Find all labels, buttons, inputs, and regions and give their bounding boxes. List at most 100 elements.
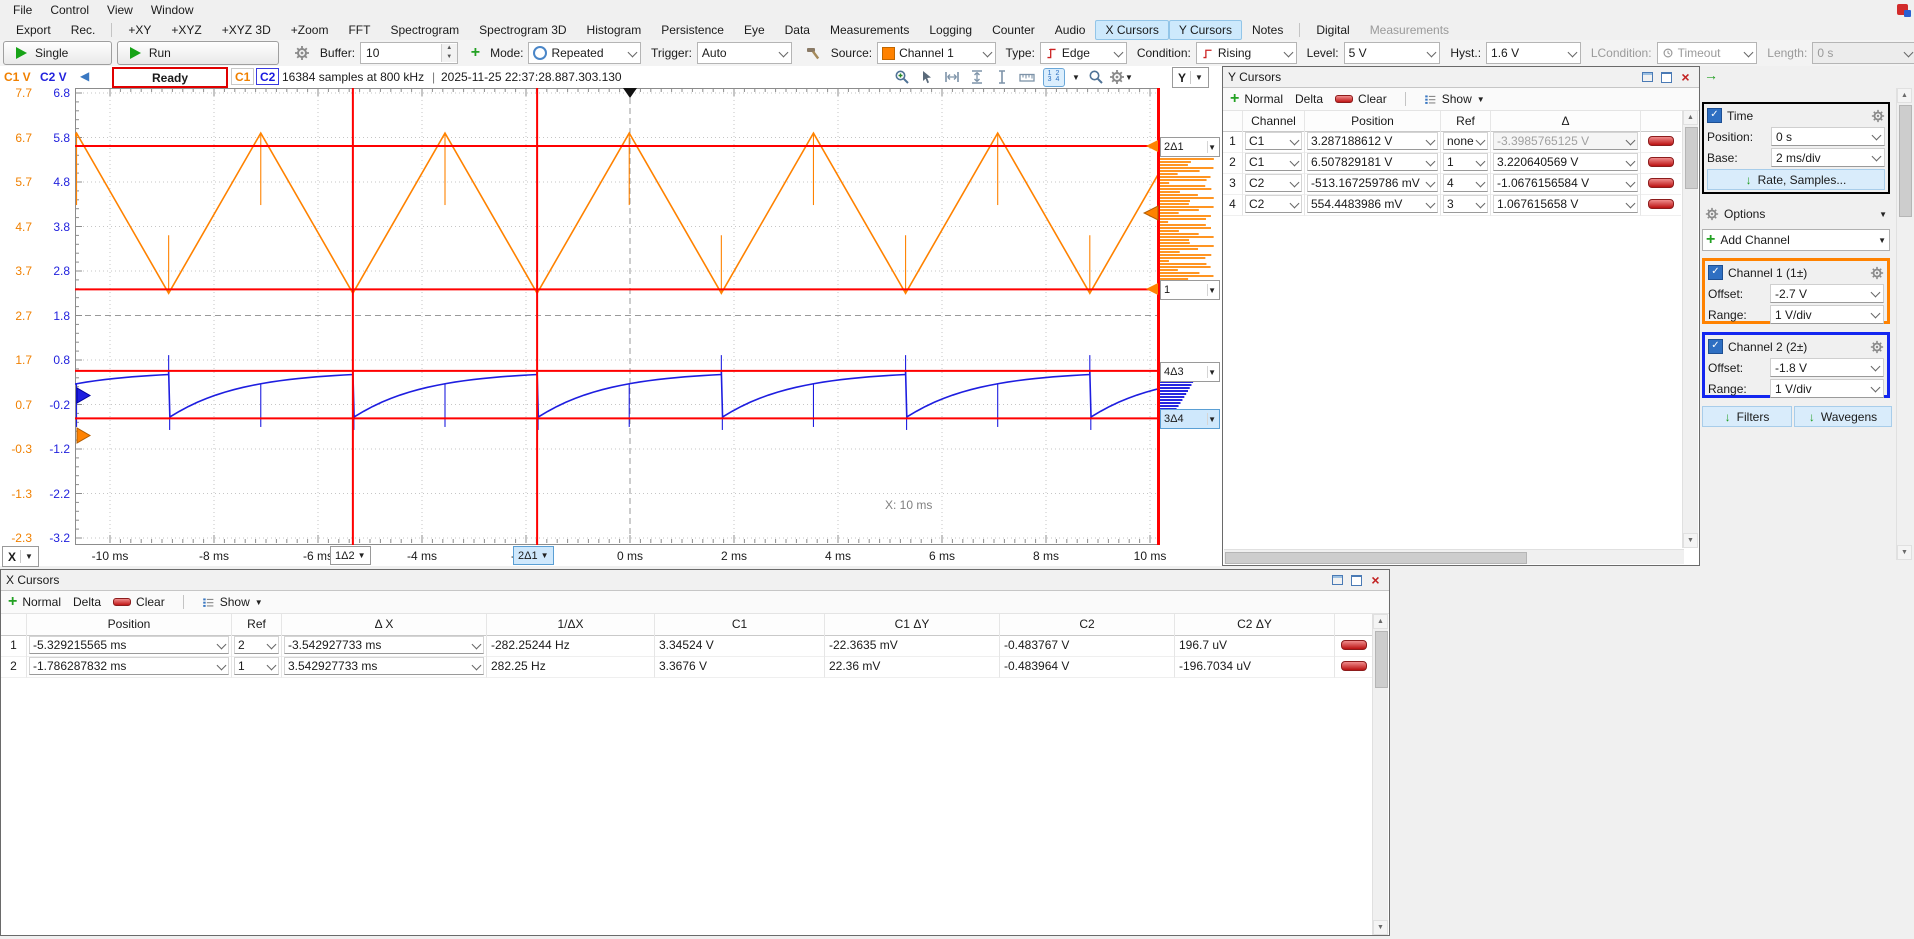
channel1-offset-select[interactable]: -2.7 V — [1770, 284, 1884, 303]
buffer-spinner[interactable]: 10 ▲▼ — [360, 42, 458, 64]
c1-status-chip[interactable]: C1 — [231, 68, 254, 85]
channel-select[interactable]: C2 — [1245, 174, 1302, 192]
y-cursor-marker-2d1[interactable]: 2Δ1▼ — [1160, 137, 1220, 157]
buffer-spin-arrows[interactable]: ▲▼ — [441, 44, 457, 62]
filters-button[interactable]: ↓Filters — [1702, 406, 1792, 427]
remove-cursor-button[interactable] — [1341, 640, 1367, 650]
delta-x-select[interactable]: 3.542927733 ms — [284, 657, 484, 675]
time-gear-icon[interactable] — [1871, 109, 1885, 123]
x-cursor-marker-2d1[interactable]: 2Δ1▼ — [513, 546, 554, 565]
x-cursors-titlebar[interactable]: X Cursors × — [1, 570, 1389, 591]
position-select[interactable]: -5.329215565 ms — [29, 636, 229, 654]
add-channel-button[interactable]: + Add Channel ▼ — [1702, 229, 1890, 251]
ref-select[interactable]: 1 — [234, 657, 279, 675]
ref-select[interactable]: 1 — [1443, 153, 1488, 171]
level-markers[interactable] — [77, 88, 1158, 443]
tab-rec[interactable]: Rec. — [61, 20, 106, 40]
level-select[interactable]: 5 V — [1344, 42, 1441, 64]
delta-x-select[interactable]: -3.542927733 ms — [284, 636, 484, 654]
tab-measurements[interactable]: Measurements — [1360, 20, 1459, 40]
position-select[interactable]: 554.4483986 mV — [1307, 195, 1438, 213]
c2-status-chip[interactable]: C2 — [256, 68, 279, 85]
y-axis-button[interactable]: Y ▼ — [1172, 67, 1209, 88]
close-icon[interactable]: × — [1677, 70, 1694, 84]
maximize-window-icon[interactable] — [1658, 70, 1675, 84]
config-panel-scrollbar[interactable]: ▲ ▼ — [1896, 88, 1912, 560]
position-select[interactable]: 6.507829181 V — [1307, 153, 1438, 171]
position-select[interactable]: 3.287188612 V — [1307, 132, 1438, 150]
delta-select[interactable]: -1.0676156584 V — [1493, 174, 1638, 192]
tab-histogram[interactable]: Histogram — [577, 20, 652, 40]
tab-spectrogram[interactable]: Spectrogram — [380, 20, 469, 40]
add-delta-cursor-button[interactable]: Delta — [73, 595, 101, 609]
channel2-range-select[interactable]: 1 V/div — [1770, 379, 1884, 398]
channel2-gear-icon[interactable] — [1870, 340, 1884, 354]
x-cursor-marker-1d2[interactable]: 1Δ2▼ — [330, 546, 371, 565]
remove-cursor-button[interactable] — [1648, 157, 1674, 167]
source-select[interactable]: Channel 1 — [877, 42, 995, 64]
tab-logging[interactable]: Logging — [919, 20, 982, 40]
remove-cursor-button[interactable] — [1648, 199, 1674, 209]
view-dropdown-caret[interactable]: ▼ — [1072, 73, 1080, 82]
show-columns-button[interactable]: Show▼ — [202, 595, 263, 609]
mode-select[interactable]: Repeated — [528, 42, 641, 64]
channel1-gear-icon[interactable] — [1870, 266, 1884, 280]
ruler-icon[interactable] — [1018, 68, 1036, 86]
length-select[interactable]: 0 s — [1812, 42, 1914, 64]
ref-select[interactable]: 4 — [1443, 174, 1488, 192]
delta-select[interactable]: 3.220640569 V — [1493, 153, 1638, 171]
add-delta-cursor-button[interactable]: Delta — [1295, 92, 1323, 106]
tab-zoom[interactable]: +Zoom — [281, 20, 339, 40]
expand-panel-icon[interactable]: → — [1704, 67, 1718, 83]
tab-data[interactable]: Data — [775, 20, 820, 40]
maximize-window-icon[interactable] — [1348, 573, 1365, 587]
x-axis-button[interactable]: X ▼ — [2, 546, 39, 567]
type-select[interactable]: Edge — [1040, 42, 1127, 64]
add-normal-cursor-button[interactable]: +Normal — [8, 595, 61, 609]
plot-settings-gear-icon[interactable]: ▼ — [1112, 68, 1130, 86]
show-columns-button[interactable]: Show▼ — [1424, 92, 1485, 106]
tab-eye[interactable]: Eye — [734, 20, 775, 40]
channel2-checkbox[interactable]: ✓ — [1708, 339, 1723, 354]
tab-fft[interactable]: FFT — [338, 20, 380, 40]
wavegens-button[interactable]: ↓Wavegens — [1794, 406, 1892, 427]
lcondition-select[interactable]: Timeout — [1657, 42, 1758, 64]
y-cursor-marker-3d4[interactable]: 3Δ4▼ — [1160, 409, 1220, 429]
tab-measurements[interactable]: Measurements — [820, 20, 919, 40]
position-select[interactable]: -1.786287832 ms — [29, 657, 229, 675]
time-checkbox[interactable]: ✓ — [1707, 108, 1722, 123]
y-cursors-titlebar[interactable]: Y Cursors × — [1223, 67, 1699, 88]
tab-audio[interactable]: Audio — [1045, 20, 1096, 40]
tab-xy[interactable]: +XY — [118, 20, 161, 40]
pointer-icon[interactable] — [918, 68, 936, 86]
add-normal-cursor-button[interactable]: +Normal — [1230, 92, 1283, 106]
condition-select[interactable]: Rising — [1196, 42, 1297, 64]
channel1-range-select[interactable]: 1 V/div — [1770, 305, 1884, 324]
close-icon[interactable]: × — [1367, 573, 1384, 587]
position-select[interactable]: -513.167259786 mV — [1307, 174, 1438, 192]
remove-cursor-button[interactable] — [1648, 178, 1674, 188]
tab-notes[interactable]: Notes — [1242, 20, 1293, 40]
float-window-icon[interactable] — [1639, 70, 1656, 84]
single-button[interactable]: Single — [3, 41, 112, 65]
time-position-select[interactable]: 0 s — [1771, 127, 1885, 146]
channel-select[interactable]: C2 — [1245, 195, 1302, 213]
tab-x-cursors[interactable]: X Cursors — [1095, 20, 1168, 40]
remove-cursor-button[interactable] — [1648, 136, 1674, 146]
quad-view-button[interactable]: 1 23 4 — [1043, 68, 1065, 87]
tab-export[interactable]: Export — [6, 20, 61, 40]
y-cursor-marker-4d3[interactable]: 4Δ3▼ — [1160, 362, 1220, 382]
tab-persistence[interactable]: Persistence — [651, 20, 734, 40]
y-cursor-marker-1[interactable]: 1▼ — [1160, 280, 1220, 300]
tab-digital[interactable]: Digital — [1306, 20, 1359, 40]
magnifier-icon[interactable] — [1087, 68, 1105, 86]
trigger-select[interactable]: Auto — [697, 42, 792, 64]
float-window-icon[interactable] — [1329, 573, 1346, 587]
channel2-offset-select[interactable]: -1.8 V — [1770, 358, 1884, 377]
tab-xyz-3d[interactable]: +XYZ 3D — [212, 20, 281, 40]
options-row[interactable]: Options ▼ — [1702, 204, 1890, 224]
fit-vertical-icon[interactable] — [968, 68, 986, 86]
menu-window[interactable]: Window — [142, 1, 203, 19]
time-base-select[interactable]: 2 ms/div — [1771, 148, 1885, 167]
measure-cursor-icon[interactable] — [993, 68, 1011, 86]
